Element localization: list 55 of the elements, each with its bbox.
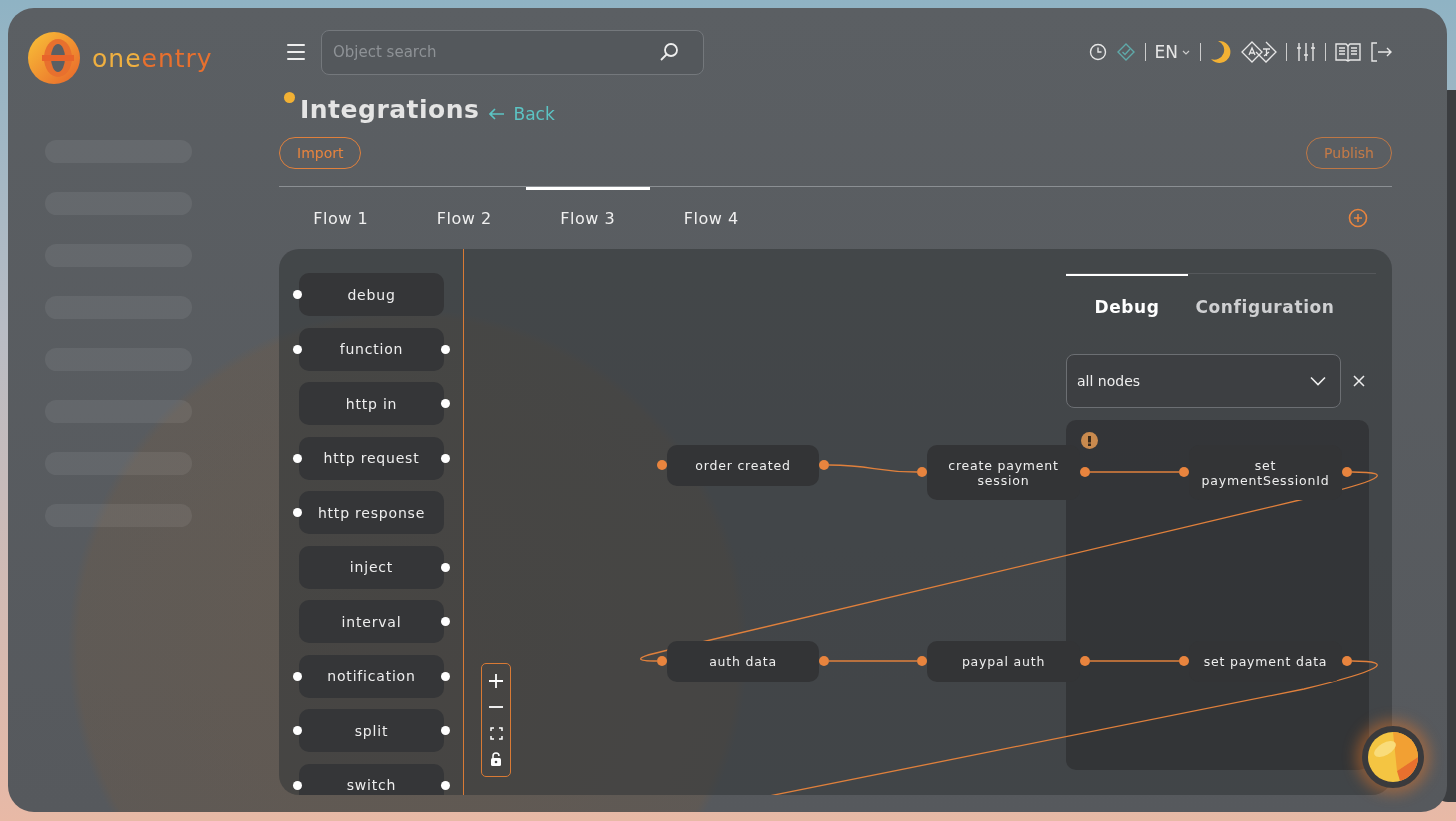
language-selector[interactable]: EN: [1154, 42, 1191, 62]
palette-node[interactable]: switch: [299, 763, 444, 795]
add-icon[interactable]: [1348, 208, 1368, 228]
assistant-button[interactable]: [1362, 726, 1424, 788]
port-dot[interactable]: [1080, 656, 1090, 666]
port-dot[interactable]: [657, 656, 667, 666]
palette-node[interactable]: http request: [299, 436, 444, 480]
translate-icon[interactable]: [1241, 41, 1277, 63]
palette-node[interactable]: notification: [299, 654, 444, 698]
port-dot[interactable]: [1179, 467, 1189, 477]
diamond-check-icon[interactable]: [1115, 42, 1136, 62]
chevron-icon: [1310, 376, 1326, 386]
fit-view-icon: [489, 726, 503, 740]
port-dot[interactable]: [1342, 656, 1352, 666]
book-icon[interactable]: [1335, 42, 1361, 62]
clock-icon[interactable]: [1088, 43, 1107, 61]
port-dot[interactable]: [819, 656, 829, 666]
palette-node[interactable]: http response: [299, 491, 444, 534]
flow-tab[interactable]: Flow 3: [526, 187, 650, 249]
palette-node[interactable]: debug: [299, 273, 444, 316]
zoom-in-button[interactable]: [486, 671, 506, 691]
search-icon: [659, 41, 679, 62]
lock-icon: [490, 752, 502, 766]
panel-tab[interactable]: Debug: [1066, 274, 1188, 339]
port-dot[interactable]: [917, 656, 927, 666]
palette-node[interactable]: function: [299, 327, 444, 371]
flow-tab[interactable]: Flow 1: [279, 187, 403, 249]
port-dot[interactable]: [657, 460, 667, 470]
page-title: Integrations: [300, 94, 480, 126]
logout-icon[interactable]: [1370, 42, 1392, 62]
flow-tab[interactable]: Flow 4: [649, 187, 773, 249]
node-filter-dropdown[interactable]: all nodes: [1066, 354, 1341, 408]
logo-icon: [28, 32, 80, 84]
arrow-left-icon: [489, 108, 506, 120]
port-dot[interactable]: [819, 460, 829, 470]
palette-node[interactable]: interval: [299, 600, 444, 643]
palette-node[interactable]: inject: [299, 545, 444, 589]
minus-icon: [489, 706, 503, 708]
moon-icon[interactable]: [1210, 40, 1232, 64]
port-dot[interactable]: [1080, 467, 1090, 477]
palette-node[interactable]: http in: [299, 382, 444, 425]
logo-text: oneentry: [92, 43, 213, 73]
palette-node[interactable]: split: [299, 709, 444, 752]
port-dot[interactable]: [1179, 656, 1189, 666]
port-dot[interactable]: [917, 467, 927, 477]
port-dot[interactable]: [1342, 467, 1352, 477]
flow-tab[interactable]: Flow 2: [402, 187, 526, 249]
flow-node[interactable]: auth data: [667, 641, 819, 682]
sliders-icon[interactable]: [1296, 42, 1316, 62]
flow-node[interactable]: order created: [667, 445, 819, 486]
close-icon[interactable]: [1353, 375, 1365, 387]
menu-button[interactable]: [287, 44, 305, 60]
plus-icon: [489, 674, 503, 688]
panel-tab[interactable]: Configuration: [1188, 274, 1342, 339]
search-field[interactable]: Object search: [321, 29, 704, 75]
